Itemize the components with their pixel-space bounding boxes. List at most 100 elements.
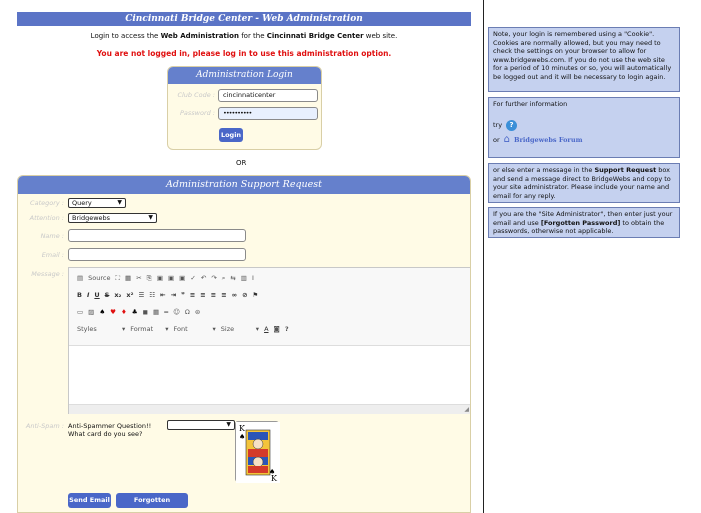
outdent-icon[interactable]: ⇤ <box>160 291 165 299</box>
image-icon[interactable]: ▨ <box>88 308 94 316</box>
anchor-icon[interactable]: ⚑ <box>253 291 259 299</box>
align-center-icon[interactable]: ≡ <box>200 291 205 299</box>
video-icon[interactable]: ▭ <box>77 308 83 316</box>
login-panel: Administration Login Club Code : cincinn… <box>167 66 322 150</box>
chevron-down-icon: ▾ <box>255 325 260 333</box>
paste-icon[interactable]: ▣ <box>157 274 163 282</box>
forum-row: or ⌂ Bridgewebs Forum <box>493 134 675 145</box>
cookie-note-box: Note, your login is remembered using a "… <box>488 27 680 92</box>
admin-info-bold: [Forgotten Password] <box>540 218 621 227</box>
find-icon[interactable]: ⌕ <box>222 274 226 283</box>
table-icon[interactable]: ▦ <box>153 308 159 316</box>
attention-select[interactable]: Bridgewebs ▼ <box>68 213 157 223</box>
try-text: try <box>493 120 503 129</box>
paste-word-icon[interactable]: ▣ <box>179 274 185 282</box>
intro-post: web site. <box>363 32 398 40</box>
unlink-icon[interactable]: ⊘ <box>242 291 247 299</box>
support-info-bold: Support Request <box>594 166 657 174</box>
card-rank: K <box>239 424 246 433</box>
undo-icon[interactable]: ↶ <box>201 274 206 282</box>
not-logged-in-message: You are not logged in, please log in to … <box>96 49 392 58</box>
numbered-list-icon[interactable]: ☰ <box>138 291 144 299</box>
cookie-note-text: Note, your login is remembered using a "… <box>493 30 672 81</box>
cut-icon[interactable]: ✂ <box>136 274 141 282</box>
support-info-box: or else enter a message in the Support R… <box>488 163 680 203</box>
category-select[interactable]: Query ▼ <box>68 198 126 208</box>
redo-icon[interactable]: ↷ <box>211 274 216 282</box>
paste-text-icon[interactable]: ▣ <box>168 274 174 282</box>
smiley-icon[interactable]: ☺ <box>173 308 180 316</box>
club-code-input[interactable]: cincinnaticenter <box>218 89 318 102</box>
email-label: Email : <box>41 251 64 259</box>
page-break-icon[interactable]: ⊜ <box>195 308 200 316</box>
chevron-down-icon: ▾ <box>122 325 126 333</box>
italic-icon[interactable]: I <box>87 291 89 299</box>
name-input[interactable] <box>68 229 246 242</box>
category-value: Query <box>72 199 92 207</box>
align-left-icon[interactable]: ≡ <box>190 291 195 299</box>
blockquote-icon[interactable]: ❞ <box>181 291 185 299</box>
bullet-list-icon[interactable]: ☷ <box>149 291 155 299</box>
spellcheck-icon[interactable]: ✓ <box>190 274 195 282</box>
link-icon[interactable]: ∞ <box>232 291 237 299</box>
superscript-icon[interactable]: x² <box>126 291 133 299</box>
intro-text: Login to access the Web Administration f… <box>17 32 471 40</box>
toolbar-row-3: ▭ ▨ ♠ ♥ ♦ ♣ ◼ ▦ ═ ☺ Ω ⊜ <box>77 305 200 319</box>
further-info-text: For further information <box>493 100 568 108</box>
source-icon[interactable]: ▤ <box>77 274 83 282</box>
forum-house-icon[interactable]: ⌂ <box>504 134 510 145</box>
styles-dropdown[interactable]: Styles <box>77 325 117 333</box>
heart-icon[interactable]: ♥ <box>110 308 116 316</box>
resize-handle-icon[interactable]: ◢ <box>464 406 469 413</box>
help-question-icon[interactable]: ? <box>506 119 518 131</box>
password-input[interactable]: •••••••••• <box>218 107 318 120</box>
club-icon[interactable]: ♣ <box>132 308 138 316</box>
intro-bold-club: Cincinnati Bridge Center <box>266 32 364 40</box>
font-dropdown[interactable]: Font <box>174 325 208 333</box>
format-dropdown[interactable]: Format <box>130 325 160 333</box>
try-help-row: try ? <box>493 119 675 131</box>
login-button[interactable]: Login <box>219 128 243 142</box>
message-textarea[interactable] <box>69 345 470 405</box>
name-label: Name : <box>40 232 64 240</box>
antispam-label: Anti-Spam : <box>25 422 64 430</box>
template-icon[interactable]: ▦ <box>125 274 131 282</box>
special-char-icon[interactable]: Ω <box>185 308 190 316</box>
bg-color-icon[interactable]: ◙ <box>274 325 280 333</box>
toolbar-row-4: Styles ▾ Format ▾ Font ▾ Size ▾ A ◙ ? <box>77 322 289 336</box>
diamond-icon[interactable]: ♦ <box>121 308 127 316</box>
password-label: Password : <box>179 109 215 117</box>
replace-icon[interactable]: ⇆ <box>230 274 235 282</box>
message-label: Message : <box>31 270 64 278</box>
text-color-icon[interactable]: A <box>264 325 268 333</box>
attention-label: Attention : <box>29 214 64 222</box>
indent-icon[interactable]: ⇥ <box>171 291 176 299</box>
email-input[interactable] <box>68 248 246 261</box>
forgotten-password-button[interactable]: Forgotten Password <box>116 493 188 512</box>
send-email-button[interactable]: Send Email <box>68 493 111 508</box>
help-icon[interactable]: ? <box>285 325 289 333</box>
underline-icon[interactable]: U <box>94 291 99 299</box>
select-all-icon[interactable]: ▥ <box>241 274 247 282</box>
subscript-icon[interactable]: x₂ <box>114 291 121 299</box>
antispam-select[interactable]: ▼ <box>167 420 235 430</box>
justify-icon[interactable]: ≡ <box>221 291 226 299</box>
horizontal-rule-icon[interactable]: ═ <box>164 308 168 316</box>
spade-icon[interactable]: ♠ <box>99 308 105 316</box>
source-button[interactable]: Source <box>88 274 110 282</box>
copy-icon[interactable]: ⎘ <box>147 274 152 283</box>
remove-format-icon[interactable]: Ⅰ <box>252 274 254 282</box>
category-label: Category : <box>30 199 64 207</box>
maximize-icon[interactable]: ⛶ <box>115 274 120 283</box>
bridgewebs-forum-link[interactable]: Bridgewebs Forum <box>514 136 582 145</box>
size-dropdown[interactable]: Size <box>221 325 251 333</box>
chevron-down-icon: ▼ <box>226 421 231 428</box>
further-info-box: For further information try ? or ⌂ Bridg… <box>488 97 680 158</box>
admin-info-box: If you are the "Site Administrator", the… <box>488 207 680 238</box>
support-title: Administration Support Request <box>18 176 470 194</box>
toolbar-row-1: ▤ Source ⛶ ▦ ✂ ⎘ ▣ ▣ ▣ ✓ ↶ ↷ ⌕ ⇆ ▥ Ⅰ <box>77 271 254 285</box>
bold-icon[interactable]: B <box>77 291 82 299</box>
iframe-icon[interactable]: ◼ <box>143 308 148 316</box>
strike-icon[interactable]: S <box>105 291 110 299</box>
align-right-icon[interactable]: ≡ <box>211 291 216 299</box>
